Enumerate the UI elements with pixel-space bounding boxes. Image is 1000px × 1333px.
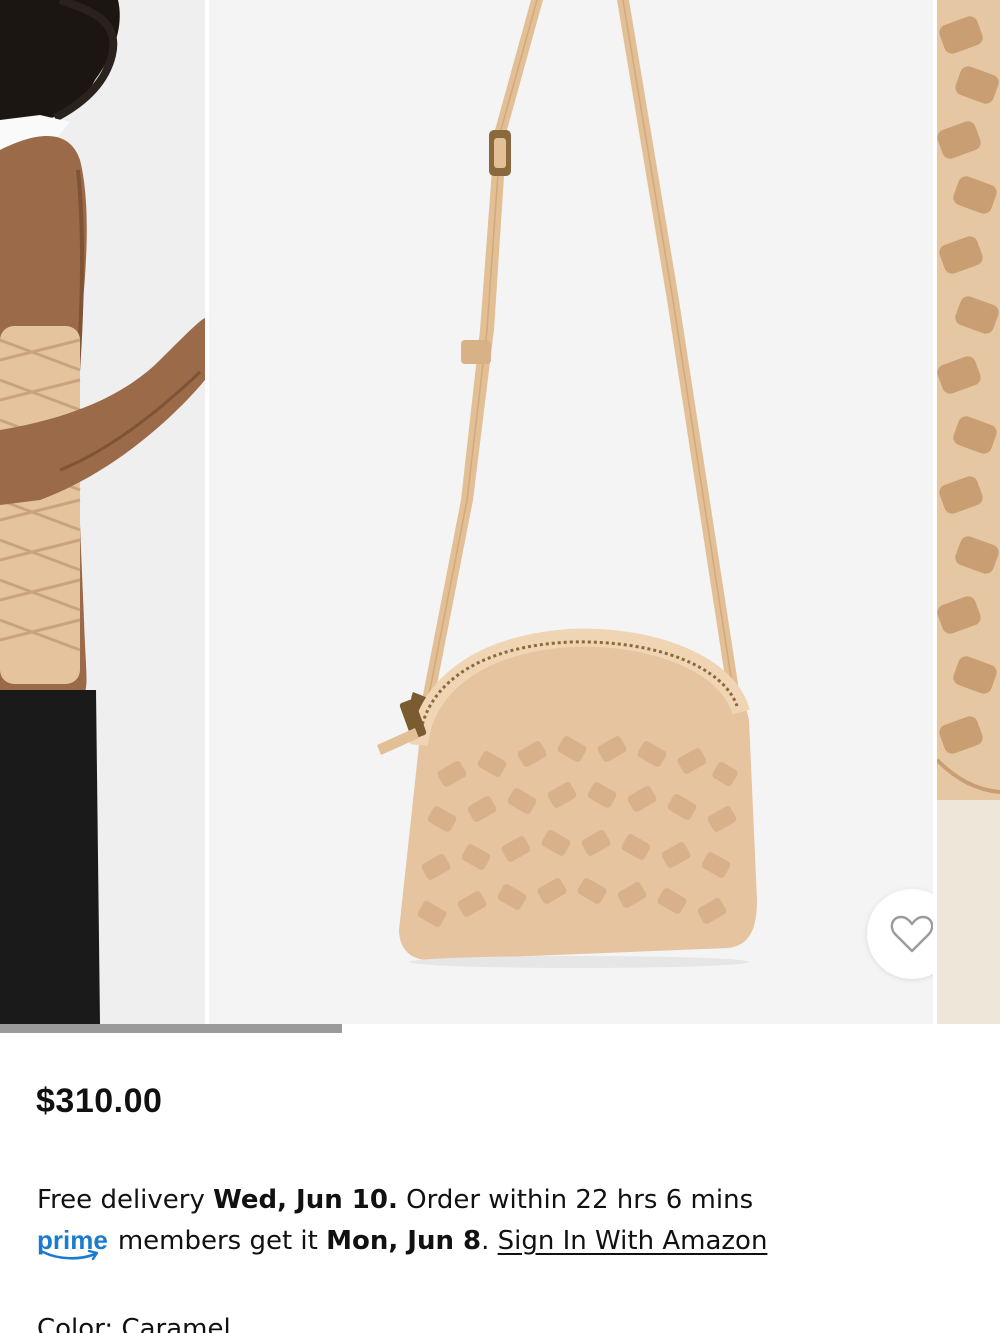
delivery-info: Free delivery Wed, Jun 10. Order within … <box>37 1180 767 1261</box>
gallery-progress-fill <box>0 1024 342 1033</box>
gallery-image-bag[interactable] <box>209 0 933 1024</box>
color-label: Color: Caramel <box>37 1314 231 1333</box>
product-page: $310.00 Free delivery Wed, Jun 10. Order… <box>0 0 1000 1333</box>
gallery-image-model[interactable] <box>0 0 205 1024</box>
prime-delivery-date: Mon, Jun 8 <box>326 1226 482 1256</box>
prime-smile-icon <box>41 1250 99 1261</box>
delivery-date: Wed, Jun 10. <box>213 1185 398 1215</box>
prime-members-text: members get it <box>117 1226 318 1256</box>
product-price: $310.00 <box>36 1082 163 1120</box>
gallery-progress-bar <box>0 1024 1000 1033</box>
delivery-order-within: Order within 22 hrs 6 mins <box>406 1185 754 1215</box>
delivery-free-prefix: Free delivery <box>37 1185 205 1215</box>
gallery-image-closeup[interactable] <box>937 0 1000 1024</box>
prime-logo: prime <box>37 1220 108 1261</box>
prime-period: . <box>481 1226 490 1256</box>
heart-icon <box>890 915 933 953</box>
prime-line: prime members get it Mon, Jun 8. Sign In… <box>37 1220 767 1261</box>
image-gallery[interactable] <box>0 0 1000 1024</box>
delivery-line: Free delivery Wed, Jun 10. Order within … <box>37 1180 767 1220</box>
sign-in-with-amazon-link[interactable]: Sign In With Amazon <box>498 1221 768 1261</box>
